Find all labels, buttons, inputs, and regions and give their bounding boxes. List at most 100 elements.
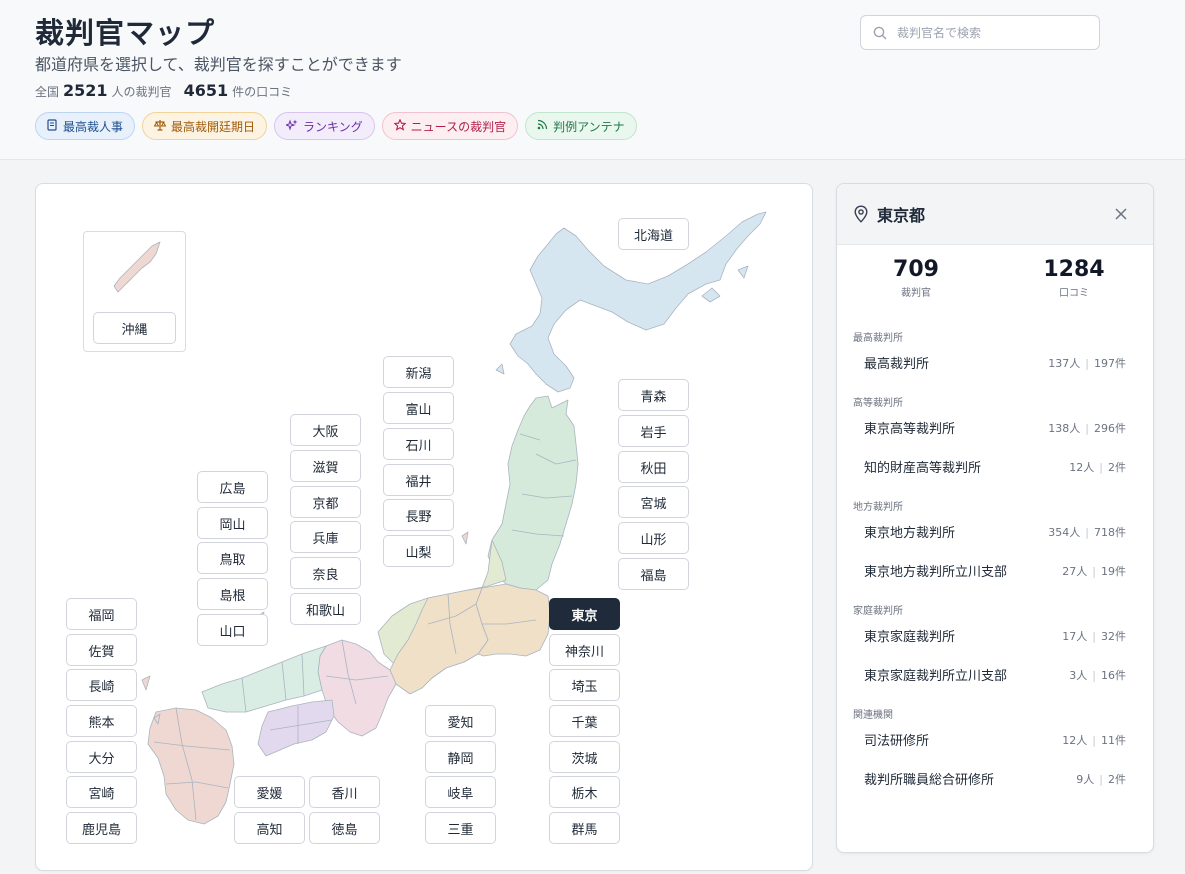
- pref-button-nagano[interactable]: 長野: [383, 499, 454, 531]
- star-icon: [393, 117, 407, 134]
- panel-title: 東京都: [877, 206, 926, 225]
- pref-button-hyogo[interactable]: 兵庫: [290, 521, 361, 553]
- pref-button-kanagawa[interactable]: 神奈川: [549, 634, 620, 666]
- pref-button-tochigi[interactable]: 栃木: [549, 776, 620, 808]
- court-item[interactable]: 東京高等裁判所 138人 | 296件: [837, 408, 1153, 447]
- pref-button-kumamoto[interactable]: 熊本: [66, 705, 137, 737]
- pref-button-aomori[interactable]: 青森: [618, 379, 689, 411]
- pref-button-kagoshima[interactable]: 鹿児島: [66, 812, 137, 844]
- court-item[interactable]: 東京家庭裁判所 17人 | 32件: [837, 616, 1153, 655]
- map-region-shikoku: [257, 699, 335, 757]
- pref-button-ehime[interactable]: 愛媛: [234, 776, 305, 808]
- pref-button-aichi[interactable]: 愛知: [425, 705, 496, 737]
- search-input[interactable]: [897, 25, 1087, 40]
- court-name: 知的財産高等裁判所: [864, 461, 982, 476]
- court-cases: 11件: [1101, 733, 1126, 747]
- court-people: 12人: [1069, 460, 1095, 474]
- court-meta: 3人 | 16件: [1069, 668, 1126, 682]
- panel-reviews-count: 1284: [1043, 257, 1105, 282]
- pref-button-ishikawa[interactable]: 石川: [383, 428, 454, 460]
- court-meta: 12人 | 11件: [1062, 733, 1126, 747]
- search-box[interactable]: [860, 15, 1100, 50]
- pref-button-ibaraki[interactable]: 茨城: [549, 741, 620, 773]
- pref-button-saitama[interactable]: 埼玉: [549, 669, 620, 701]
- chip-label: ランキング: [303, 119, 363, 134]
- pref-button-yamaguchi[interactable]: 山口: [197, 614, 268, 646]
- pref-button-tokyo[interactable]: 東京: [549, 598, 620, 630]
- pref-button-shizuoka[interactable]: 静岡: [425, 741, 496, 773]
- chip-case-antenna[interactable]: 判例アンテナ: [525, 112, 637, 140]
- court-people: 3人: [1069, 668, 1088, 682]
- pref-button-shiga[interactable]: 滋賀: [290, 450, 361, 482]
- court-name: 東京地方裁判所立川支部: [864, 565, 1008, 580]
- chip-ranking[interactable]: ランキング: [274, 112, 375, 140]
- pref-button-yamanashi[interactable]: 山梨: [383, 535, 454, 567]
- court-meta: 354人 | 718件: [1048, 525, 1126, 539]
- pref-button-kagawa[interactable]: 香川: [309, 776, 380, 808]
- court-people: 9人: [1076, 772, 1095, 786]
- court-cases: 2件: [1108, 772, 1126, 786]
- reviews-suffix: 件の口コミ: [232, 85, 293, 99]
- pref-button-oita[interactable]: 大分: [66, 741, 137, 773]
- reviews-count: 4651: [183, 81, 229, 100]
- court-item[interactable]: 司法研修所 12人 | 11件: [837, 720, 1153, 759]
- chip-news-judges[interactable]: ニュースの裁判官: [381, 112, 519, 140]
- court-name: 司法研修所: [864, 734, 930, 749]
- pref-button-hiroshima[interactable]: 広島: [197, 471, 268, 503]
- document-icon: [47, 118, 58, 134]
- court-item[interactable]: 知的財産高等裁判所 12人 | 2件: [837, 447, 1153, 486]
- pref-button-gunma[interactable]: 群馬: [549, 812, 620, 844]
- pref-button-wakayama[interactable]: 和歌山: [290, 593, 361, 625]
- court-people: 137人: [1048, 356, 1081, 370]
- chip-label: ニュースの裁判官: [410, 119, 507, 134]
- pref-button-miyagi[interactable]: 宮城: [618, 486, 689, 518]
- court-people: 12人: [1062, 733, 1088, 747]
- pref-button-iwate[interactable]: 岩手: [618, 415, 689, 447]
- quick-links: 最高裁人事 最高裁開廷期日 ランキング ニュースの裁判官 判例アンテナ: [35, 112, 637, 140]
- pref-button-nara[interactable]: 奈良: [290, 557, 361, 589]
- chip-court-dates[interactable]: 最高裁開廷期日: [142, 112, 268, 140]
- panel-stats: 709 裁判官 1284 口コミ: [837, 257, 1153, 317]
- court-item[interactable]: 東京地方裁判所 354人 | 718件: [837, 512, 1153, 551]
- page-subtitle: 都道府県を選択して、裁判官を探すことができます: [35, 55, 402, 74]
- section-title-related: 関連機関: [853, 710, 893, 721]
- pref-button-gifu[interactable]: 岐阜: [425, 776, 496, 808]
- pref-button-saga[interactable]: 佐賀: [66, 634, 137, 666]
- pref-button-toyama[interactable]: 富山: [383, 392, 454, 424]
- chip-supreme-court-personnel[interactable]: 最高裁人事: [35, 112, 136, 140]
- pref-button-fukushima[interactable]: 福島: [618, 558, 689, 590]
- close-button[interactable]: [1111, 204, 1131, 224]
- prefecture-detail-panel: 東京都 709 裁判官 1284 口コミ 最高裁判所 最高裁判所 137人 | 19…: [836, 183, 1154, 853]
- section-title-high: 高等裁判所: [853, 398, 903, 409]
- court-meta: 137人 | 197件: [1048, 356, 1126, 370]
- pref-button-hokkaido[interactable]: 北海道: [618, 218, 689, 250]
- map-region-kanto: [475, 583, 551, 657]
- court-name: 東京家庭裁判所: [864, 630, 956, 645]
- pref-button-kyoto[interactable]: 京都: [290, 486, 361, 518]
- pref-button-okayama[interactable]: 岡山: [197, 507, 268, 539]
- pref-button-nagasaki[interactable]: 長崎: [66, 669, 137, 701]
- pref-button-yamagata[interactable]: 山形: [618, 522, 689, 554]
- pref-button-akita[interactable]: 秋田: [618, 451, 689, 483]
- section-title-district: 地方裁判所: [853, 502, 903, 513]
- page-header: 裁判官マップ 都道府県を選択して、裁判官を探すことができます 全国 2521 人…: [0, 0, 1185, 160]
- pref-button-niigata[interactable]: 新潟: [383, 356, 454, 388]
- pref-button-okinawa[interactable]: 沖縄: [93, 312, 176, 344]
- pref-button-fukuoka[interactable]: 福岡: [66, 598, 137, 630]
- pref-button-kochi[interactable]: 高知: [234, 812, 305, 844]
- court-item[interactable]: 裁判所職員総合研修所 9人 | 2件: [837, 759, 1153, 798]
- pref-button-tottori[interactable]: 鳥取: [197, 542, 268, 574]
- court-item[interactable]: 最高裁判所 137人 | 197件: [837, 343, 1153, 382]
- court-cases: 32件: [1101, 629, 1126, 643]
- pref-button-osaka[interactable]: 大阪: [290, 414, 361, 446]
- scale-icon: [153, 119, 167, 134]
- pref-button-chiba[interactable]: 千葉: [549, 705, 620, 737]
- pref-button-shimane[interactable]: 島根: [197, 578, 268, 610]
- pref-button-miyazaki[interactable]: 宮崎: [66, 776, 137, 808]
- pref-button-fukui[interactable]: 福井: [383, 464, 454, 496]
- court-item[interactable]: 東京家庭裁判所立川支部 3人 | 16件: [837, 655, 1153, 694]
- court-meta: 12人 | 2件: [1069, 460, 1126, 474]
- court-item[interactable]: 東京地方裁判所立川支部 27人 | 19件: [837, 551, 1153, 590]
- pref-button-tokushima[interactable]: 徳島: [309, 812, 380, 844]
- pref-button-mie[interactable]: 三重: [425, 812, 496, 844]
